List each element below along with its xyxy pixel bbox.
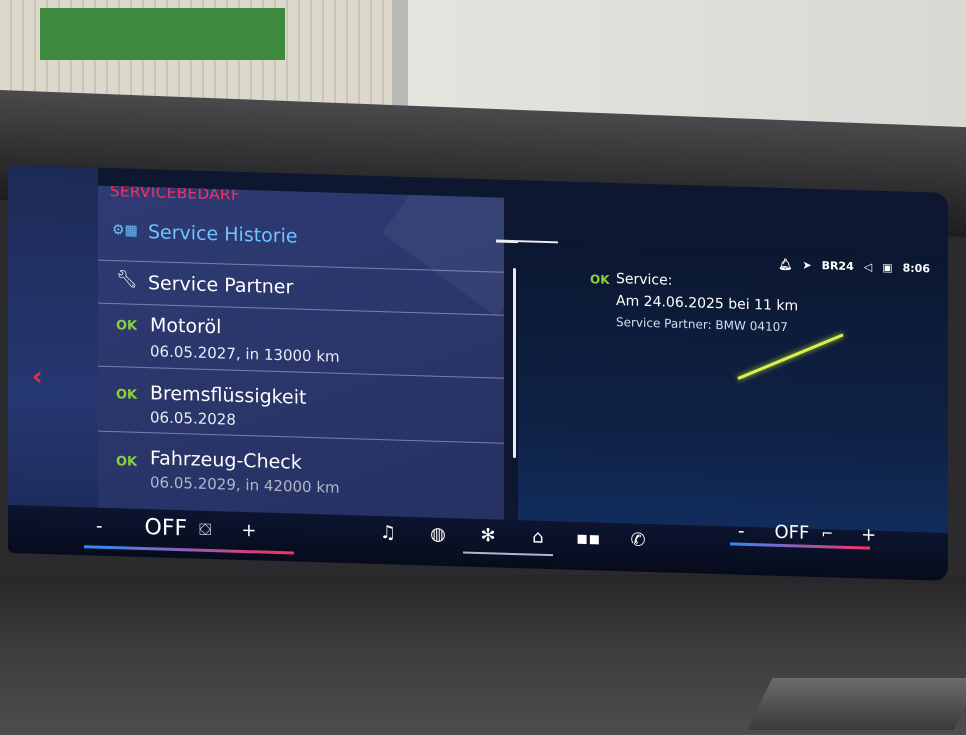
list-item-bremsfluessigkeit[interactable]: OK Bremsflüssigkeit 06.05.2028 [98,366,504,444]
apps-icon[interactable]: ▪▪ [576,528,600,550]
service-detail-panel: 🔔︎ ➤ BR24 ◁ ▣ 8:06 OK Service: Am 24.06.… [518,242,948,565]
home-icon[interactable]: ⌂ [526,526,550,548]
seat-heating-icon: ⌐ [821,525,834,542]
list-item-label: Fahrzeug-Check [150,447,302,474]
climate-left-control[interactable]: - OFF ⛋ + [96,514,256,544]
list-item-motoroel[interactable]: OK Motoröl 06.05.2027, in 13000 km [98,303,504,379]
climate-right-decrease-button[interactable]: - [738,521,745,542]
climate-right-value: OFF [774,521,810,544]
phone-icon[interactable]: ✆ [626,529,650,551]
wrench-icon: 🔧︎ [116,269,138,290]
list-item-label: Motoröl [150,314,222,339]
service-history-icon: ⚙▦ [112,222,138,239]
clock: 8:06 [902,261,930,276]
decorative-light-line [737,333,844,380]
climate-right-control[interactable]: - OFF ⌐ + [738,521,876,546]
climate-left-slider[interactable] [84,545,294,555]
list-item-detail: 06.05.2029, in 42000 km [150,473,340,497]
speaker-icon: ◁ [863,260,873,274]
navigation-arrow-icon: ➤ [802,258,812,272]
menu-item-label: Service Historie [148,221,298,248]
climate-right-increase-button[interactable]: + [861,524,876,545]
service-title: Service: [616,271,673,289]
ok-status-badge: OK [116,387,138,403]
ok-status-badge: OK [116,454,138,470]
infotainment-screen: ‹ SERVICEBEDARF ⚙▦ Service Historie 🔧︎ S… [8,165,948,581]
list-item-detail: 06.05.2027, in 13000 km [150,342,340,366]
home-active-indicator [463,551,553,557]
status-bar: 🔔︎ ➤ BR24 ◁ ▣ 8:06 [778,258,930,275]
back-chevron-icon[interactable]: ‹ [32,362,43,392]
radio-station: BR24 [821,259,854,274]
service-list-panel: SERVICEBEDARF ⚙▦ Service Historie 🔧︎ Ser… [98,185,504,528]
page-title: SERVICEBEDARF [110,185,241,204]
service-partner: Service Partner: BMW 04107 [616,315,788,335]
previous-panel-edge: ‹ [8,165,98,556]
list-item-label: Bremsflüssigkeit [150,382,307,409]
seat-heating-icon: ⛋ [199,519,212,539]
ok-status-badge: OK [116,318,138,334]
list-item-detail: 06.05.2028 [150,408,236,429]
background-sign [40,8,285,60]
fan-icon[interactable]: ✻ [476,525,500,547]
climate-left-increase-button[interactable]: + [241,520,256,541]
climate-left-value: OFF [144,515,188,542]
driving-icon[interactable]: ◍ [426,523,450,545]
scrollbar[interactable] [513,267,516,459]
service-date: Am 24.06.2025 bei 11 km [616,293,799,315]
phone-status-icon: ▣ [882,260,893,275]
dashboard-vent [747,678,966,730]
menu-item-label: Service Partner [148,272,294,299]
music-icon[interactable]: ♫ [376,522,400,544]
notification-icon[interactable]: 🔔︎ [778,258,792,271]
main-navigation: ♫ ◍ ✻ ⌂ ▪▪ ✆ [376,522,650,551]
climate-left-decrease-button[interactable]: - [96,516,103,537]
service-ok-badge: OK [590,272,610,287]
